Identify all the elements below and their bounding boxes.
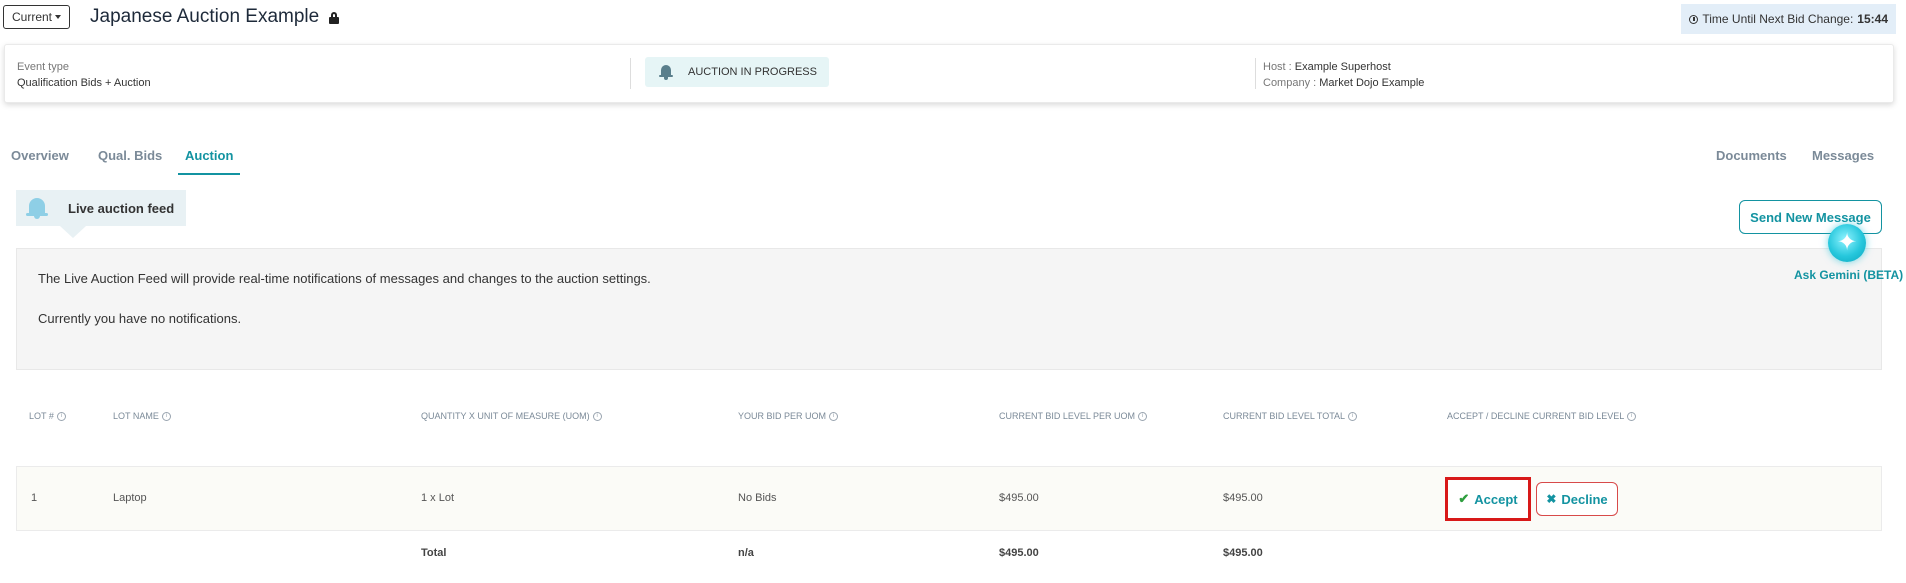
accept-button[interactable]: ✔ Accept (1458, 491, 1518, 507)
decline-label: Decline (1561, 491, 1608, 507)
cell-current-per-uom: $495.00 (999, 492, 1039, 504)
divider (630, 58, 631, 89)
company-label: Company : (1263, 77, 1317, 89)
timer-label: Time Until Next Bid Change: (1702, 12, 1854, 26)
company-value: Market Dojo Example (1319, 77, 1425, 89)
accept-label: Accept (1474, 491, 1518, 507)
tab-documents[interactable]: Documents (1716, 148, 1787, 173)
bell-icon (659, 64, 673, 80)
feed-description: The Live Auction Feed will provide real-… (38, 271, 651, 286)
event-type-value: Qualification Bids + Auction (17, 77, 151, 89)
event-version-dropdown[interactable]: Current (3, 5, 71, 29)
col-header-lot-name: LOT NAME i (113, 411, 171, 421)
live-feed-title: Live auction feed (68, 200, 175, 216)
cell-current-total: $495.00 (1223, 492, 1263, 504)
live-feed-panel (16, 248, 1882, 370)
info-icon[interactable]: i (1138, 411, 1148, 421)
page-title-container: Japanese Auction Example (90, 6, 340, 28)
page-title: Japanese Auction Example (90, 6, 320, 27)
event-type-block: Event type Qualification Bids + Auction (17, 59, 151, 91)
total-your-bid: n/a (738, 547, 754, 559)
col-header-accept-decline: ACCEPT / DECLINE CURRENT BID LEVEL i (1447, 411, 1637, 421)
gemini-icon[interactable]: ✦ (1828, 224, 1866, 262)
col-header-quantity: QUANTITY X UNIT OF MEASURE (UOM) i (421, 411, 602, 421)
current-label: Current (12, 10, 53, 24)
cell-lot-name: Laptop (113, 492, 147, 504)
cell-quantity: 1 x Lot (421, 492, 455, 504)
caret-down-icon (55, 15, 62, 19)
total-current-per-uom: $495.00 (999, 547, 1039, 559)
clock-icon (1689, 14, 1699, 24)
cell-your-bid: No Bids (738, 492, 777, 504)
event-type-label: Event type (17, 61, 69, 73)
total-label: Total (421, 547, 447, 559)
info-icon[interactable]: i (161, 411, 171, 421)
auction-status-text: AUCTION IN PROGRESS (688, 66, 817, 78)
host-company-block: Host : Example Superhost Company : Marke… (1263, 59, 1424, 91)
tab-overview[interactable]: Overview (11, 148, 69, 173)
total-current-total: $495.00 (1223, 547, 1263, 559)
info-icon[interactable]: i (1348, 411, 1358, 421)
col-header-your-bid: YOUR BID PER UOM i (738, 411, 839, 421)
accept-highlight: ✔ Accept (1445, 477, 1531, 521)
info-icon[interactable]: i (1627, 411, 1637, 421)
col-header-current-per-uom: CURRENT BID LEVEL PER UOM i (999, 411, 1148, 421)
tab-qual-bids[interactable]: Qual. Bids (98, 148, 162, 173)
host-value: Example Superhost (1294, 61, 1391, 73)
col-header-current-total: CURRENT BID LEVEL TOTAL i (1223, 411, 1358, 421)
event-info-card: Event type Qualification Bids + Auction … (4, 44, 1894, 103)
check-icon: ✔ (1458, 491, 1470, 506)
live-feed-header: Live auction feed (16, 190, 186, 226)
info-icon[interactable]: i (829, 411, 839, 421)
info-icon[interactable]: i (56, 411, 66, 421)
col-header-lot-no: LOT # i (29, 411, 66, 421)
lock-icon (329, 11, 340, 24)
divider (1255, 58, 1256, 89)
decline-button[interactable]: ✖ Decline (1536, 482, 1618, 516)
feed-empty-message: Currently you have no notifications. (38, 311, 242, 326)
bid-change-timer: Time Until Next Bid Change: 15:44 (1681, 4, 1896, 34)
auction-status-badge: AUCTION IN PROGRESS (645, 57, 829, 87)
tab-auction[interactable]: Auction (178, 148, 241, 175)
bell-icon (26, 197, 50, 219)
ask-gemini-label[interactable]: Ask Gemini (BETA) (1794, 268, 1903, 282)
x-icon: ✖ (1546, 492, 1557, 506)
tab-messages[interactable]: Messages (1812, 148, 1874, 173)
info-icon[interactable]: i (592, 411, 602, 421)
cell-lot-no: 1 (31, 492, 38, 504)
host-label: Host : (1263, 61, 1292, 73)
feed-pointer (60, 226, 86, 238)
timer-value: 15:44 (1857, 12, 1888, 26)
